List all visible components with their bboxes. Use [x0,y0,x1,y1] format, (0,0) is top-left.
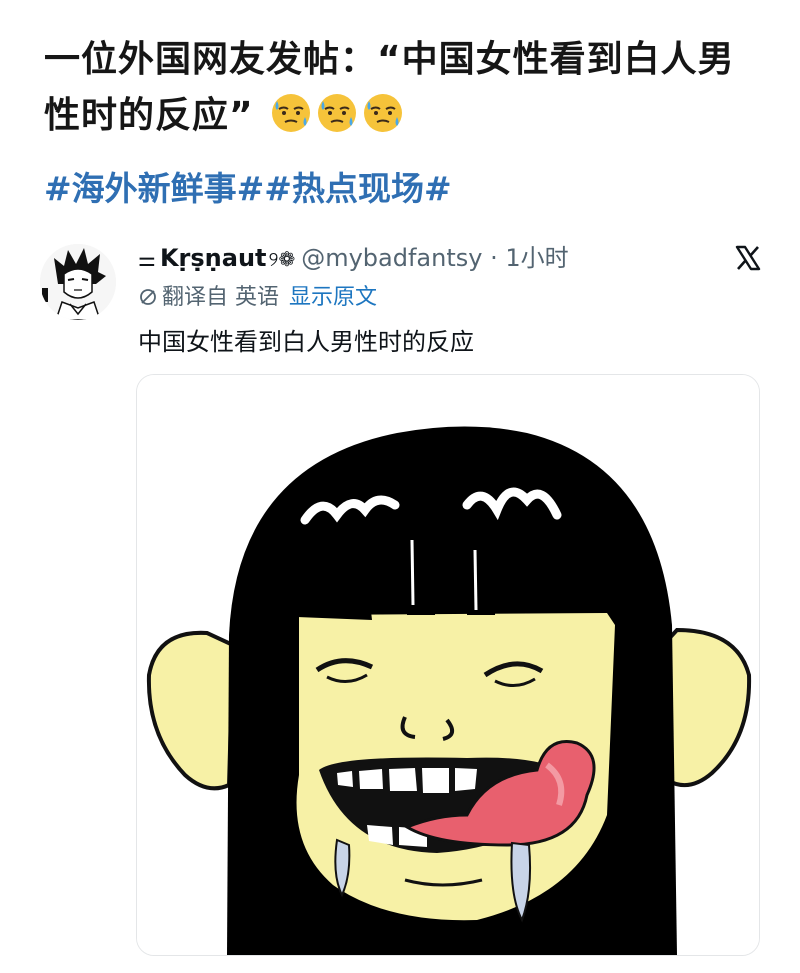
post-time: · 1小时 [490,244,569,272]
translate-icon [140,289,156,305]
x-logo-icon[interactable] [734,244,762,272]
translation-notice: 翻译自 英语 显示原文 [138,282,377,314]
cold-sweat-face-icon [318,94,357,132]
cold-sweat-face-icon [272,94,311,132]
anime-boy-avatar-icon[interactable] [40,244,116,320]
tweet-image[interactable] [136,374,760,956]
name-suffix: ୨❁ [268,247,296,271]
tweet-text: 中国女性看到白人男性时的反应 [138,328,474,356]
hashtag-links[interactable]: #海外新鲜事##热点现场# [44,167,452,211]
tweet-author-line: ⚌ Kṛṣṇaut ୨❁ @mybadfantsy · 1小时 [138,240,569,276]
display-name[interactable]: Kṛṣṇaut [160,244,267,272]
user-handle[interactable]: @mybadfantsy [301,244,482,272]
show-original-link[interactable]: 显示原文 [289,285,377,310]
translated-from-label: 翻译自 英语 [162,285,279,310]
name-prefix: ⚌ [138,247,156,271]
embedded-tweet: ⚌ Kṛṣṇaut ୨❁ @mybadfantsy · 1小时 翻译自 英语 显示原文 … [40,232,770,973]
cartoon-face-illustration [137,375,759,955]
post-title: 一位外国网友发帖：“中国女性看到白人男性时的反应” [44,32,764,144]
cold-sweat-face-icon [364,94,403,132]
